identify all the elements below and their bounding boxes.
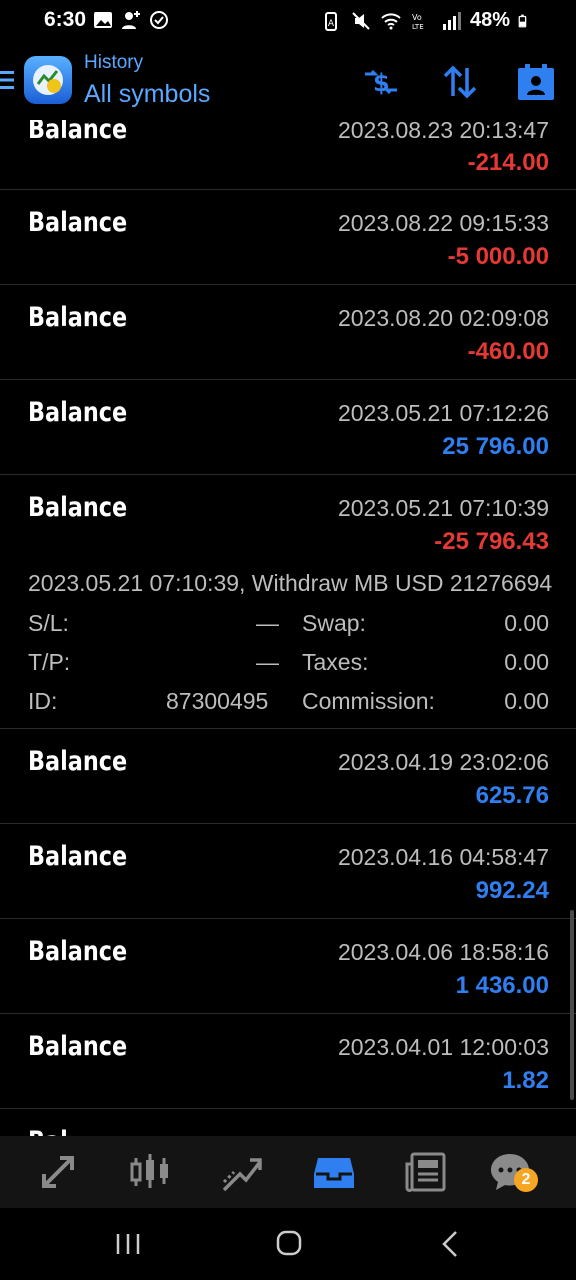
tp-label: T/P: bbox=[28, 649, 71, 675]
entry-amount: -214.00 bbox=[467, 149, 549, 176]
entry-amount: 1.82 bbox=[502, 1067, 549, 1094]
currency-exchange-icon[interactable]: $ bbox=[361, 62, 401, 102]
svg-text:LTE: LTE bbox=[412, 23, 424, 31]
recent-apps-icon[interactable] bbox=[108, 1228, 148, 1260]
id-value: 87300495 bbox=[166, 688, 269, 714]
entry-amount: 1 436.00 bbox=[455, 972, 549, 999]
entry-date: 2023.08.22 09:15:33 bbox=[337, 210, 549, 236]
calendar-icon[interactable] bbox=[516, 62, 556, 102]
list-item[interactable]: Balance 2023.05.21 07:12:26 25 796.00 bbox=[0, 380, 576, 475]
check-circle-icon bbox=[150, 11, 168, 29]
home-icon[interactable] bbox=[269, 1228, 309, 1260]
app-logo[interactable] bbox=[24, 56, 72, 104]
back-icon[interactable] bbox=[430, 1228, 470, 1260]
entry-type: Balance bbox=[28, 120, 128, 145]
status-time: 6:30 bbox=[44, 8, 87, 31]
battery-saver-icon: A bbox=[324, 11, 337, 31]
gallery-icon bbox=[94, 12, 112, 28]
entry-type: Balance bbox=[28, 936, 128, 967]
entry-type: Balance bbox=[28, 1031, 128, 1062]
entry-amount: -25 796.43 bbox=[434, 528, 549, 555]
entry-date: 2023.05.21 07:12:26 bbox=[337, 400, 549, 426]
battery-icon bbox=[518, 14, 527, 27]
commission-label: Commission: bbox=[302, 688, 435, 714]
swap-value: 0.00 bbox=[504, 610, 549, 636]
system-nav-bar bbox=[0, 1208, 576, 1280]
symbol-filter[interactable]: All symbols bbox=[84, 80, 210, 109]
entry-type: Balance bbox=[28, 397, 128, 428]
entry-type: Bal bbox=[28, 1126, 68, 1136]
taxes-value: 0.00 bbox=[504, 649, 549, 675]
signal-icon bbox=[442, 11, 461, 30]
svg-text:Vo: Vo bbox=[412, 13, 422, 22]
entry-date: 2023.08.20 02:09:08 bbox=[337, 305, 549, 331]
entry-type: Balance bbox=[28, 841, 128, 872]
chat-badge: 2 bbox=[514, 1168, 538, 1192]
sl-label: S/L: bbox=[28, 610, 69, 636]
taxes-label: Taxes: bbox=[302, 649, 369, 675]
entry-type: Balance bbox=[28, 302, 128, 333]
list-item-expanded[interactable]: Balance 2023.05.21 07:10:39 -25 796.43 2… bbox=[0, 475, 576, 729]
chart-icon[interactable] bbox=[128, 1150, 172, 1194]
quotes-icon[interactable] bbox=[36, 1150, 80, 1194]
sort-icon[interactable] bbox=[440, 62, 480, 102]
bottom-nav bbox=[0, 1136, 576, 1208]
entry-amount: 625.76 bbox=[475, 782, 549, 809]
list-item[interactable]: Balance 2023.08.23 20:13:47 -214.00 bbox=[0, 120, 576, 190]
page-title: History bbox=[84, 52, 144, 73]
metatrader-logo-icon bbox=[33, 65, 63, 95]
status-bar: 6:30 A Vo LTE 48% bbox=[0, 0, 576, 42]
trade-icon[interactable] bbox=[220, 1150, 264, 1194]
entry-amount: 992.24 bbox=[475, 877, 549, 904]
history-icon[interactable] bbox=[312, 1150, 356, 1194]
list-item[interactable]: Bal bbox=[0, 1109, 576, 1136]
entry-amount: 25 796.00 bbox=[442, 433, 549, 460]
entry-type: Balance bbox=[28, 746, 128, 777]
scrollbar[interactable] bbox=[570, 910, 574, 1100]
entry-date: 2023.04.16 04:58:47 bbox=[337, 844, 549, 870]
entry-date: 2023.05.21 07:10:39 bbox=[337, 495, 549, 521]
entry-date: 2023.08.23 20:13:47 bbox=[337, 120, 549, 143]
entry-date: 2023.04.06 18:58:16 bbox=[337, 939, 549, 965]
mute-icon bbox=[352, 11, 370, 30]
entry-amount: -5 000.00 bbox=[447, 243, 549, 270]
list-item[interactable]: Balance 2023.04.01 12:00:03 1.82 bbox=[0, 1014, 576, 1109]
history-list[interactable]: Balance 2023.08.23 20:13:47 -214.00 Bala… bbox=[0, 120, 576, 1136]
entry-date: 2023.04.01 12:00:03 bbox=[337, 1034, 549, 1060]
list-item[interactable]: Balance 2023.08.22 09:15:33 -5 000.00 bbox=[0, 190, 576, 285]
id-label: ID: bbox=[28, 688, 58, 714]
volte-icon: VoLTE bbox=[412, 13, 424, 31]
list-item[interactable]: Balance 2023.04.19 23:02:06 625.76 bbox=[0, 729, 576, 824]
tp-value: — bbox=[256, 649, 279, 675]
list-item[interactable]: Balance 2023.04.16 04:58:47 992.24 bbox=[0, 824, 576, 919]
news-icon[interactable] bbox=[404, 1150, 448, 1194]
entry-amount: -460.00 bbox=[467, 338, 549, 365]
entry-type: Balance bbox=[28, 492, 128, 523]
entry-type: Balance bbox=[28, 207, 128, 238]
menu-icon[interactable] bbox=[0, 70, 14, 90]
list-item[interactable]: Balance 2023.08.20 02:09:08 -460.00 bbox=[0, 285, 576, 380]
entry-comment: 2023.05.21 07:10:39, Withdraw MB USD 212… bbox=[28, 570, 553, 596]
person-add-icon bbox=[122, 11, 140, 29]
list-item[interactable]: Balance 2023.04.06 18:58:16 1 436.00 bbox=[0, 919, 576, 1014]
swap-label: Swap: bbox=[302, 610, 366, 636]
app-bar: History All symbols $ bbox=[0, 42, 576, 120]
svg-text:A: A bbox=[328, 19, 335, 29]
wifi-icon bbox=[381, 12, 401, 29]
entry-date: 2023.04.19 23:02:06 bbox=[337, 749, 549, 775]
battery-percent: 48% bbox=[469, 9, 510, 31]
sl-value: — bbox=[256, 610, 279, 636]
commission-value: 0.00 bbox=[504, 688, 549, 714]
